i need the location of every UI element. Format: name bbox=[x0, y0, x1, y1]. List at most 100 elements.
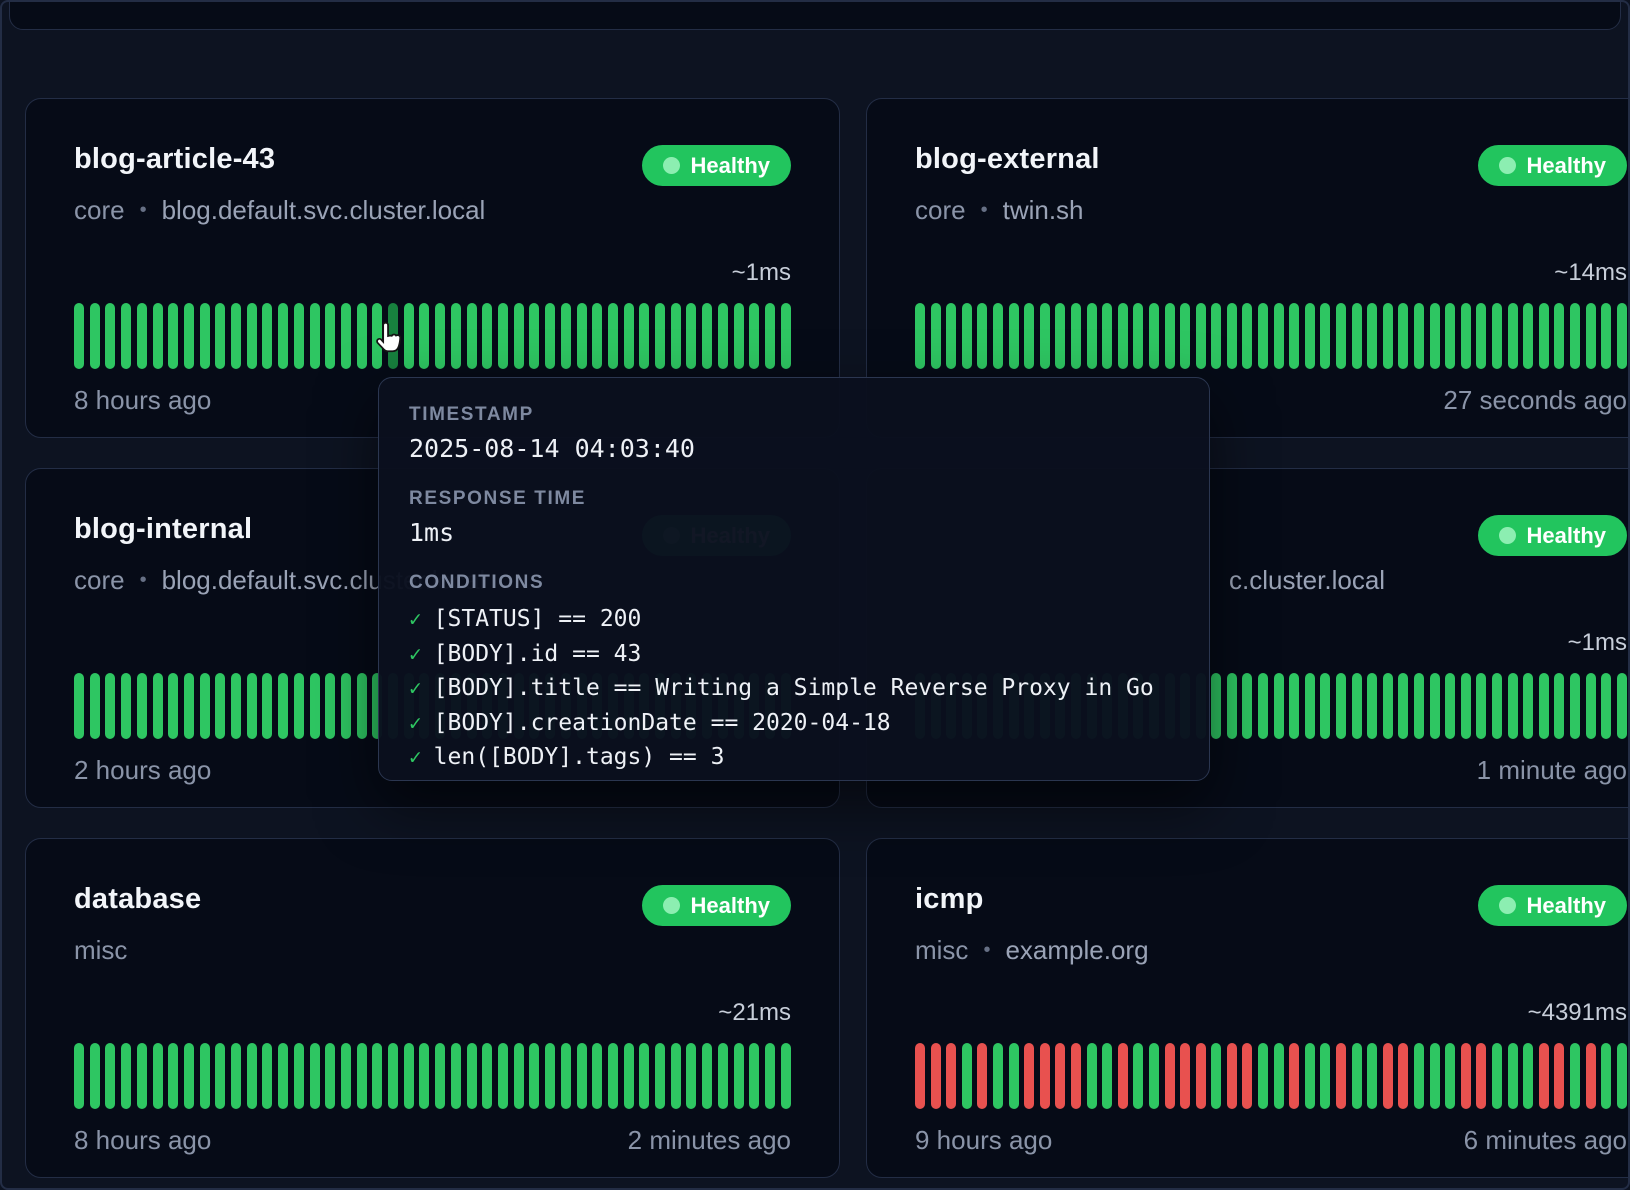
uptime-bar[interactable] bbox=[1461, 303, 1471, 369]
uptime-bar[interactable] bbox=[1398, 303, 1408, 369]
uptime-bar[interactable] bbox=[639, 1043, 649, 1109]
uptime-bar[interactable] bbox=[1461, 1043, 1471, 1109]
uptime-bar[interactable] bbox=[90, 673, 100, 739]
uptime-bar[interactable] bbox=[1149, 303, 1159, 369]
uptime-bar[interactable] bbox=[153, 1043, 163, 1109]
uptime-bar[interactable] bbox=[1009, 303, 1019, 369]
uptime-bar[interactable] bbox=[749, 1043, 759, 1109]
uptime-bar[interactable] bbox=[1586, 673, 1596, 739]
uptime-bar[interactable] bbox=[325, 1043, 335, 1109]
uptime-bar[interactable] bbox=[561, 303, 571, 369]
uptime-bar[interactable] bbox=[247, 673, 257, 739]
uptime-bar[interactable] bbox=[1211, 303, 1221, 369]
uptime-bar[interactable] bbox=[168, 673, 178, 739]
uptime-bar[interactable] bbox=[137, 1043, 147, 1109]
uptime-bar[interactable] bbox=[686, 303, 696, 369]
uptime-bar[interactable] bbox=[1352, 303, 1362, 369]
uptime-bar[interactable] bbox=[467, 1043, 477, 1109]
uptime-bar[interactable] bbox=[671, 1043, 681, 1109]
uptime-bar[interactable] bbox=[1118, 1043, 1128, 1109]
uptime-bar[interactable] bbox=[184, 1043, 194, 1109]
uptime-bar[interactable] bbox=[1149, 1043, 1159, 1109]
uptime-bar[interactable] bbox=[467, 303, 477, 369]
uptime-bar[interactable] bbox=[1336, 1043, 1346, 1109]
uptime-bar[interactable] bbox=[357, 303, 367, 369]
uptime-bar[interactable] bbox=[105, 1043, 115, 1109]
uptime-bar[interactable] bbox=[121, 1043, 131, 1109]
uptime-bar[interactable] bbox=[1367, 303, 1377, 369]
uptime-bar[interactable] bbox=[529, 303, 539, 369]
uptime-bar[interactable] bbox=[1305, 673, 1315, 739]
endpoint-card[interactable]: icmp Healthy misc • example.org ~4391ms … bbox=[866, 838, 1630, 1178]
uptime-bar[interactable] bbox=[341, 673, 351, 739]
uptime-bar[interactable] bbox=[1165, 303, 1175, 369]
uptime-bar[interactable] bbox=[1320, 1043, 1330, 1109]
uptime-bar[interactable] bbox=[1445, 303, 1455, 369]
uptime-bar[interactable] bbox=[1087, 303, 1097, 369]
uptime-bar[interactable] bbox=[137, 303, 147, 369]
uptime-bar[interactable] bbox=[781, 303, 791, 369]
uptime-bar[interactable] bbox=[137, 673, 147, 739]
uptime-bar[interactable] bbox=[153, 303, 163, 369]
uptime-bar[interactable] bbox=[419, 1043, 429, 1109]
uptime-bar[interactable] bbox=[765, 1043, 775, 1109]
uptime-bar[interactable] bbox=[1274, 1043, 1284, 1109]
uptime-bar[interactable] bbox=[325, 673, 335, 739]
uptime-bar[interactable] bbox=[514, 1043, 524, 1109]
uptime-bar[interactable] bbox=[278, 303, 288, 369]
uptime-bar[interactable] bbox=[1102, 303, 1112, 369]
uptime-bar[interactable] bbox=[1601, 303, 1611, 369]
uptime-bar[interactable] bbox=[310, 673, 320, 739]
uptime-bar[interactable] bbox=[1570, 303, 1580, 369]
uptime-bar[interactable] bbox=[655, 1043, 665, 1109]
uptime-bar[interactable] bbox=[341, 1043, 351, 1109]
uptime-bar[interactable] bbox=[1024, 303, 1034, 369]
uptime-bar[interactable] bbox=[749, 303, 759, 369]
uptime-bar[interactable] bbox=[310, 303, 320, 369]
uptime-bar[interactable] bbox=[718, 303, 728, 369]
uptime-bar[interactable] bbox=[1258, 1043, 1268, 1109]
uptime-bar[interactable] bbox=[702, 303, 712, 369]
uptime-bar[interactable] bbox=[451, 1043, 461, 1109]
uptime-bar[interactable] bbox=[200, 1043, 210, 1109]
uptime-bar[interactable] bbox=[1570, 1043, 1580, 1109]
uptime-bar[interactable] bbox=[451, 303, 461, 369]
uptime-bar[interactable] bbox=[247, 1043, 257, 1109]
uptime-bar[interactable] bbox=[1102, 1043, 1112, 1109]
uptime-bar[interactable] bbox=[1523, 303, 1533, 369]
uptime-bar[interactable] bbox=[74, 673, 84, 739]
uptime-bar[interactable] bbox=[1617, 1043, 1627, 1109]
uptime-bar[interactable] bbox=[1430, 673, 1440, 739]
uptime-bar[interactable] bbox=[1492, 303, 1502, 369]
uptime-bar[interactable] bbox=[1133, 303, 1143, 369]
uptime-bar[interactable] bbox=[1165, 1043, 1175, 1109]
uptime-bar[interactable] bbox=[1570, 673, 1580, 739]
uptime-bar[interactable] bbox=[1601, 1043, 1611, 1109]
uptime-bar[interactable] bbox=[341, 303, 351, 369]
uptime-bar[interactable] bbox=[962, 303, 972, 369]
uptime-bar[interactable] bbox=[993, 1043, 1003, 1109]
uptime-bar[interactable] bbox=[435, 1043, 445, 1109]
uptime-bar[interactable] bbox=[1383, 673, 1393, 739]
uptime-bar[interactable] bbox=[946, 1043, 956, 1109]
uptime-bar[interactable] bbox=[1367, 1043, 1377, 1109]
uptime-bar[interactable] bbox=[977, 1043, 987, 1109]
uptime-bar[interactable] bbox=[1586, 1043, 1596, 1109]
uptime-bar[interactable] bbox=[1009, 1043, 1019, 1109]
uptime-bar[interactable] bbox=[262, 303, 272, 369]
uptime-bar[interactable] bbox=[1430, 1043, 1440, 1109]
uptime-bar[interactable] bbox=[1508, 673, 1518, 739]
uptime-bar[interactable] bbox=[1180, 303, 1190, 369]
uptime-bar[interactable] bbox=[1289, 673, 1299, 739]
uptime-bar[interactable] bbox=[915, 303, 925, 369]
uptime-bar[interactable] bbox=[105, 673, 115, 739]
uptime-bar[interactable] bbox=[1617, 673, 1627, 739]
uptime-bar[interactable] bbox=[1336, 303, 1346, 369]
uptime-bar[interactable] bbox=[1539, 673, 1549, 739]
uptime-bar[interactable] bbox=[1414, 1043, 1424, 1109]
uptime-bar[interactable] bbox=[561, 1043, 571, 1109]
uptime-bar[interactable] bbox=[931, 1043, 941, 1109]
uptime-bar[interactable] bbox=[184, 673, 194, 739]
uptime-bar[interactable] bbox=[1227, 303, 1237, 369]
uptime-bar[interactable] bbox=[1554, 303, 1564, 369]
